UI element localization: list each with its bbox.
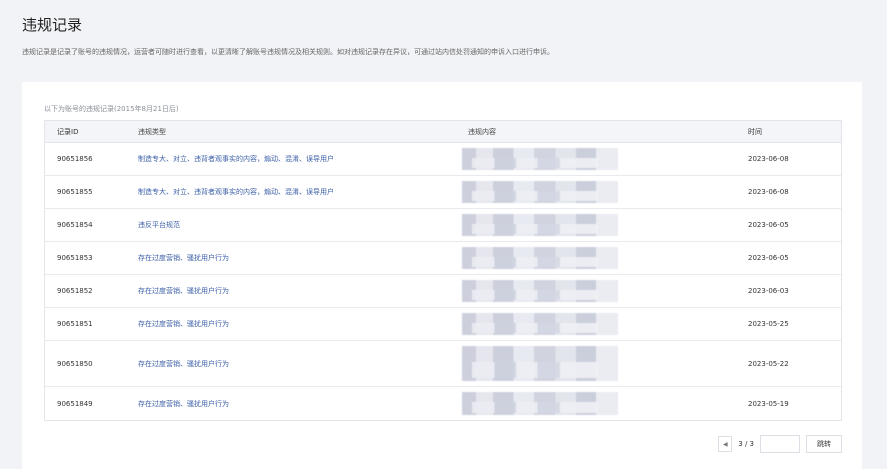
blurred-content-image [462, 148, 618, 170]
page-indicator: 3 / 3 [738, 440, 754, 448]
blurred-content-image [462, 346, 618, 381]
record-time: 2023-06-05 [748, 221, 789, 229]
record-id: 90651850 [57, 359, 93, 368]
record-id: 90651851 [57, 320, 93, 328]
blurred-content-image [462, 313, 618, 335]
record-time: 2023-06-03 [748, 287, 789, 295]
table-caption: 以下为账号的违规记录(2015年8月21日后) [44, 105, 179, 113]
record-id: 90651849 [57, 399, 93, 408]
table-row: 90651851 存在过度营销、骚扰用户行为 2023-05-25 [45, 308, 841, 341]
table-row: 90651855 制造专大、对立、违背者观事实的内容，煽动、混淆、误导用户 20… [45, 176, 841, 209]
header-id: 记录ID [57, 127, 79, 136]
blurred-content-image [462, 181, 618, 203]
record-time: 2023-05-22 [748, 359, 789, 368]
violation-type: 制造专大、对立、违背者观事实的内容，煽动、混淆、误导用户 [138, 188, 334, 196]
record-time: 2023-06-05 [748, 254, 789, 262]
page-description: 违规记录是记录了账号的违规情况，运营者可随时进行查看，以更清晰了解账号违规情况及… [22, 48, 554, 56]
record-time: 2023-06-08 [748, 188, 789, 196]
record-id: 90651854 [57, 221, 93, 229]
table-header: 记录ID 违规类型 违规内容 时间 [45, 121, 841, 143]
violation-type: 存在过度营销、骚扰用户行为 [138, 254, 229, 262]
violation-table: 记录ID 违规类型 违规内容 时间 90651856 制造专大、对立、违背者观事… [44, 120, 842, 421]
violation-content-blurred [462, 341, 738, 386]
violation-type: 制造专大、对立、违背者观事实的内容，煽动、混淆、误导用户 [138, 155, 334, 163]
record-id: 90651852 [57, 287, 93, 295]
page-title: 违规记录 [22, 16, 83, 34]
header-time: 时间 [748, 127, 762, 136]
table-row: 90651850 存在过度营销、骚扰用户行为 2023-05-22 [45, 341, 841, 387]
chevron-left-icon: ◀ [722, 441, 728, 448]
record-id: 90651853 [57, 254, 93, 262]
blurred-content-image [462, 280, 618, 302]
record-id: 90651856 [57, 155, 93, 163]
record-time: 2023-06-08 [748, 155, 789, 163]
record-id: 90651855 [57, 188, 93, 196]
table-row: 90651854 违反平台规范 2023-06-05 [45, 209, 841, 242]
prev-page-button[interactable]: ◀ [718, 436, 733, 452]
violation-content-blurred [462, 176, 738, 208]
blurred-content-image [462, 247, 618, 269]
violation-content-blurred [462, 308, 738, 340]
violation-type: 存在过度营销、骚扰用户行为 [138, 399, 229, 408]
violation-type: 存在过度营销、骚扰用户行为 [138, 287, 229, 295]
violation-type: 违反平台规范 [138, 221, 180, 229]
page-number-input[interactable] [760, 435, 800, 453]
header-type: 违规类型 [138, 127, 166, 136]
violation-type: 存在过度营销、骚扰用户行为 [138, 359, 229, 368]
blurred-content-image [462, 214, 618, 236]
violation-content-blurred [462, 387, 738, 420]
table-row: 90651849 存在过度营销、骚扰用户行为 2023-05-19 [45, 387, 841, 420]
record-time: 2023-05-25 [748, 320, 789, 328]
pagination: ◀ 3 / 3 跳转 [718, 435, 842, 453]
go-to-page-button[interactable]: 跳转 [806, 435, 842, 453]
violation-content-blurred [462, 242, 738, 274]
table-row: 90651852 存在过度营销、骚扰用户行为 2023-06-03 [45, 275, 841, 308]
blurred-content-image [462, 392, 618, 415]
header-content: 违规内容 [468, 127, 496, 136]
record-time: 2023-05-19 [748, 399, 789, 408]
violation-content-blurred [462, 209, 738, 241]
records-card: 以下为账号的违规记录(2015年8月21日后) 记录ID 违规类型 违规内容 时… [22, 82, 862, 469]
table-row: 90651856 制造专大、对立、违背者观事实的内容，煽动、混淆、误导用户 20… [45, 143, 841, 176]
table-row: 90651853 存在过度营销、骚扰用户行为 2023-06-05 [45, 242, 841, 275]
violation-type: 存在过度营销、骚扰用户行为 [138, 320, 229, 328]
violation-content-blurred [462, 143, 738, 175]
violation-content-blurred [462, 275, 738, 307]
